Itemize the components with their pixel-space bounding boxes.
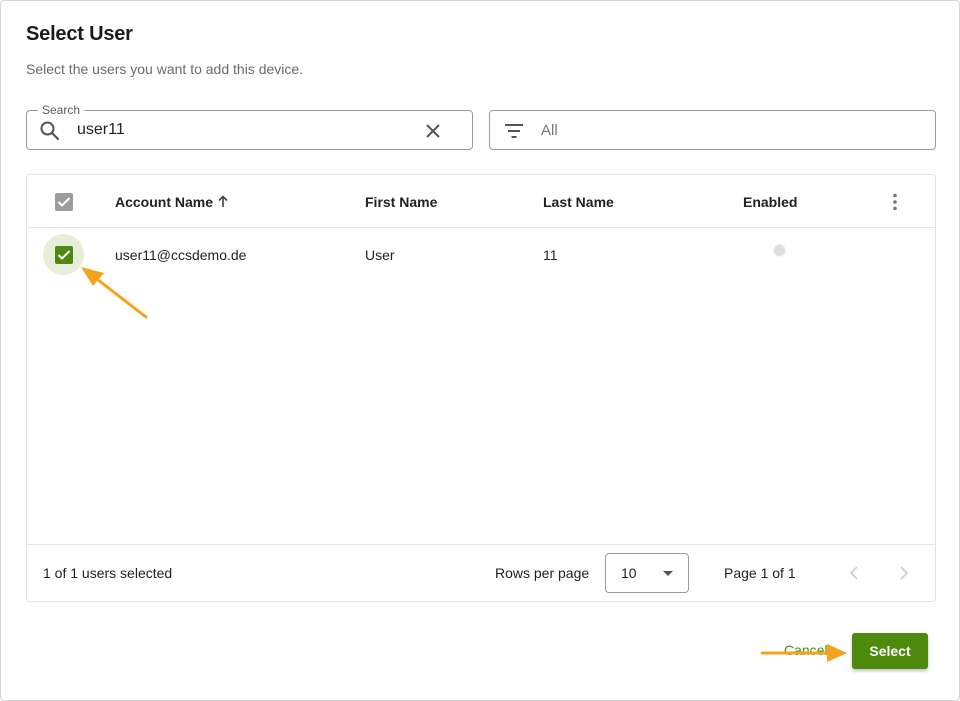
column-header-first-name[interactable]: First Name	[365, 194, 437, 210]
selected-count: 1 of 1 users selected	[43, 565, 173, 581]
chevron-right-icon[interactable]	[895, 563, 911, 583]
more-vertical-icon[interactable]	[887, 192, 903, 212]
enabled-indicator	[774, 245, 785, 256]
select-all-checkbox[interactable]	[55, 193, 73, 211]
rows-per-page-select[interactable]: 10	[605, 553, 689, 593]
filter-select[interactable]: All	[489, 110, 936, 150]
caret-down-icon	[663, 571, 673, 576]
column-label-account-name: Account Name	[115, 194, 214, 210]
cell-last-name: 11	[543, 247, 558, 263]
table-row[interactable]: user11@ccsdemo.de User 11	[27, 229, 935, 281]
table-header: Account Name First Name Last Name Enable…	[27, 175, 935, 228]
cancel-button[interactable]: Cancel	[784, 642, 828, 658]
filter-icon	[503, 121, 525, 141]
search-label: Search	[38, 102, 85, 118]
table-footer: 1 of 1 users selected Rows per page 10 P…	[27, 544, 935, 601]
row-checkbox[interactable]	[55, 246, 73, 264]
select-button[interactable]: Select	[852, 633, 928, 669]
dialog-subtitle: Select the users you want to add this de…	[26, 61, 304, 77]
rows-per-page-label: Rows per page	[495, 565, 590, 581]
column-header-enabled[interactable]: Enabled	[743, 194, 797, 210]
rows-per-page-value: 10	[621, 565, 637, 581]
search-field[interactable]: Search	[26, 102, 473, 150]
users-table: Account Name First Name Last Name Enable…	[26, 174, 936, 602]
search-icon	[39, 120, 61, 142]
cell-account-name: user11@ccsdemo.de	[115, 247, 247, 263]
column-header-last-name[interactable]: Last Name	[543, 194, 614, 210]
page-info: Page 1 of 1	[724, 565, 796, 581]
cell-first-name: User	[365, 247, 395, 263]
select-user-dialog: Select User Select the users you want to…	[0, 0, 960, 701]
filter-value: All	[541, 122, 558, 139]
close-icon[interactable]	[423, 121, 443, 141]
arrow-up-icon	[217, 195, 229, 211]
column-header-account-name[interactable]: Account Name	[115, 194, 229, 211]
chevron-left-icon[interactable]	[847, 563, 863, 583]
search-input[interactable]	[77, 119, 407, 141]
dialog-title: Select User	[26, 23, 133, 45]
